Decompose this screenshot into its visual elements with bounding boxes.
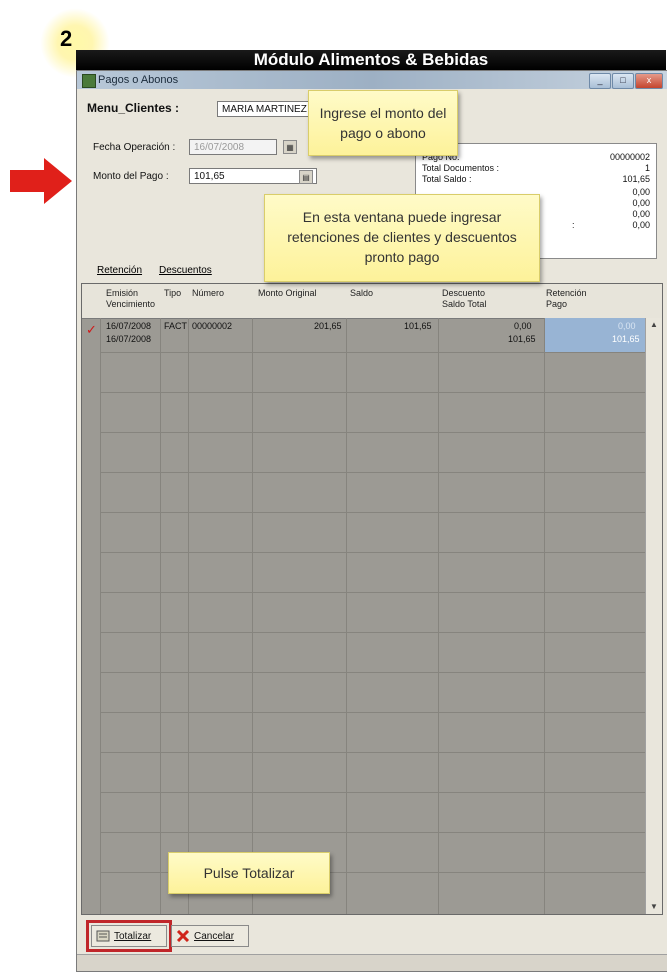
summary-row: Total Documentos :1: [422, 163, 650, 173]
cancelar-label: Cancelar: [194, 931, 235, 942]
cancelar-button[interactable]: Cancelar: [171, 925, 249, 947]
app-icon: [82, 74, 96, 88]
scroll-down-icon[interactable]: ▼: [646, 900, 662, 914]
checkmark-icon[interactable]: ✓: [86, 323, 97, 336]
totalizar-highlight: [86, 920, 172, 952]
step-number: 2: [60, 26, 73, 51]
callout-totalizar: Pulse Totalizar: [168, 852, 330, 894]
window-title: Pagos o Abonos: [98, 74, 179, 86]
cancel-icon: [176, 930, 190, 942]
header-emision: Emisión Vencimiento: [106, 288, 156, 309]
grid-header: Emisión Vencimiento Tipo Número Monto Ori…: [82, 284, 662, 319]
close-button[interactable]: x: [635, 73, 663, 89]
client-field[interactable]: MARIA MARTINEZ: [217, 101, 311, 117]
documents-grid: Emisión Vencimiento Tipo Número Monto Ori…: [81, 283, 663, 915]
cell-saldo-total[interactable]: 101,65: [508, 333, 536, 345]
cell-emision[interactable]: 16/07/2008: [106, 320, 151, 332]
fecha-label: Fecha Operación :: [93, 142, 176, 153]
maximize-button[interactable]: □: [612, 73, 634, 89]
tab-retencion[interactable]: Retención: [97, 265, 142, 276]
cell-vencimiento[interactable]: 16/07/2008: [106, 333, 151, 345]
module-banner: Módulo Alimentos & Bebidas: [76, 50, 666, 70]
scroll-up-icon[interactable]: ▲: [646, 318, 662, 332]
cell-monto-original[interactable]: 201,65: [314, 320, 342, 332]
cell-retencion[interactable]: 0,00: [618, 320, 636, 332]
cell-descuento[interactable]: 0,00: [514, 320, 532, 332]
cell-saldo[interactable]: 101,65: [404, 320, 432, 332]
tab-descuentos[interactable]: Descuentos: [159, 265, 212, 276]
cell-pago[interactable]: 101,65: [612, 333, 640, 345]
callout-ventana: En esta ventana puede ingresar retencion…: [264, 194, 540, 282]
calculator-icon[interactable]: ▤: [299, 170, 313, 184]
status-bar: [77, 954, 667, 971]
window-titlebar[interactable]: Pagos o Abonos _ □ x: [77, 71, 667, 89]
header-retencion: Retención Pago: [546, 288, 587, 309]
header-tipo: Tipo: [164, 288, 182, 298]
header-descuento: Descuento Saldo Total: [442, 288, 487, 309]
red-arrow-icon: [10, 158, 72, 204]
callout-monto: Ingrese el monto del pago o abono: [308, 90, 458, 156]
summary-row: Total Saldo :101,65: [422, 174, 650, 184]
header-monto-original: Monto Original: [258, 288, 317, 298]
minimize-button[interactable]: _: [589, 73, 611, 89]
header-numero: Número: [192, 288, 225, 298]
cell-numero[interactable]: 00000002: [192, 320, 232, 332]
monto-field[interactable]: 101,65: [189, 168, 317, 184]
cell-tipo[interactable]: FACT: [164, 320, 187, 332]
fecha-field[interactable]: 16/07/2008: [189, 139, 277, 155]
client-label: Menu_Clientes :: [87, 101, 180, 115]
grid-scrollbar[interactable]: ▲ ▼: [645, 318, 662, 914]
header-saldo: Saldo: [350, 288, 374, 298]
calendar-icon[interactable]: ▦: [283, 140, 297, 154]
monto-label: Monto del Pago :: [93, 171, 169, 182]
